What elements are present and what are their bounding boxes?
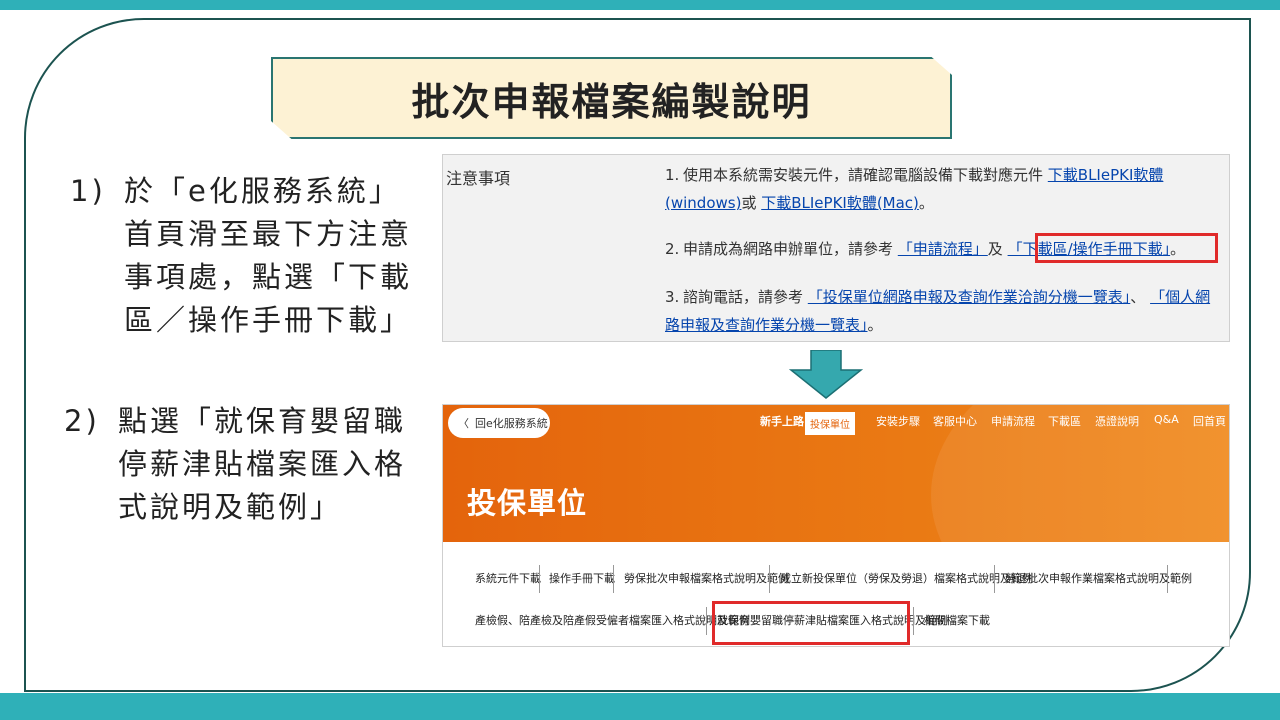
notice-item-3-text: 諮詢電話，請參考 (683, 288, 808, 306)
notice-item-3-num: 3. (665, 288, 680, 306)
nav-apply-process[interactable]: 申請流程 (991, 413, 1035, 429)
unit-extension-list-link[interactable]: 「投保單位網路申報及查詢作業洽詢分機一覽表」 (808, 288, 1131, 306)
link-separator (539, 565, 540, 593)
top-band (0, 0, 1280, 10)
link-separator (1167, 565, 1168, 593)
nav-home[interactable]: 回首頁 (1193, 413, 1226, 429)
step-1-text: 於「e化服務系統」 首頁滑至最下方注意 事項處，點選「下載 區／操作手冊下載」 (124, 174, 413, 337)
back-button-label: 回e化服務系統 (475, 417, 548, 430)
link-separator (613, 565, 614, 593)
step-1-number: 1) (70, 174, 106, 208)
down-arrow-icon (789, 350, 863, 399)
notice-item-1-num: 1. (665, 166, 680, 184)
step-1: 1) 於「e化服務系統」 首頁滑至最下方注意 事項處，點選「下載 區／操作手冊下… (70, 170, 430, 360)
step-2: 2) 點選「就保育嬰留職 停薪津貼檔案匯入格 式說明及範例」 (64, 400, 434, 550)
link-system-components[interactable]: 系統元件下載 (475, 565, 541, 593)
apply-process-link[interactable]: 「申請流程」 (898, 240, 988, 258)
link-pension-batch-format[interactable]: 勞退批次申報作業檔案格式說明及範例 (1005, 565, 1192, 593)
notice-item-3-post: 。 (867, 316, 883, 334)
step-2-number: 2) (64, 404, 100, 438)
link-separator (913, 607, 914, 635)
link-related-files[interactable]: 相關檔案下載 (924, 607, 990, 635)
download-mac-link[interactable]: 下載BLIePKI軟體(Mac) (761, 194, 919, 212)
link-separator (769, 565, 770, 593)
nav-certificate[interactable]: 憑證說明 (1095, 413, 1139, 429)
hero-title: 投保單位 (467, 486, 588, 520)
nav-badge-employer[interactable]: 投保單位 (805, 412, 855, 435)
notice-item-2-mid: 及 (987, 240, 1008, 258)
chevron-left-icon: 〈 (458, 417, 469, 430)
link-separator (706, 607, 707, 635)
link-separator (994, 565, 995, 593)
link-labor-batch-format[interactable]: 勞保批次申報檔案格式說明及範例 (624, 565, 789, 593)
slide-title: 批次申報檔案編製說明 (411, 79, 812, 124)
link-manual-download[interactable]: 操作手冊下載 (549, 565, 615, 593)
notice-item-1-post: 。 (918, 194, 934, 212)
nav-newbie[interactable]: 新手上路 (760, 413, 804, 429)
nav-customer-service[interactable]: 客服中心 (933, 413, 977, 429)
back-to-eservice-button[interactable]: 〈 回e化服務系統 (448, 408, 550, 438)
nav-install-steps[interactable]: 安裝步驟 (876, 413, 920, 429)
nav-downloads[interactable]: 下載區 (1048, 413, 1081, 429)
site-hero: 〈 回e化服務系統 新手上路 投保單位 安裝步驟 客服中心 申請流程 下載區 憑… (443, 405, 1229, 542)
notice-label: 注意事項 (446, 169, 511, 188)
step-2-text: 點選「就保育嬰留職 停薪津貼檔案匯入格 式說明及範例」 (118, 404, 407, 524)
highlight-parental-leave-link (712, 601, 910, 645)
notice-item-1: 1. 使用本系統需安裝元件，請確認電腦設備下載對應元件 下載BLIePKI軟體(w… (665, 161, 1225, 217)
link-new-unit-format[interactable]: 成立新投保單位（勞保及勞退）檔案格式說明及範例 (780, 565, 1033, 593)
link-prenatal-leave-format[interactable]: 產檢假、陪產檢及陪產假受僱者檔案匯入格式說明及範例 (475, 607, 750, 635)
slide-title-box: 批次申報檔案編製說明 (271, 57, 952, 139)
notice-item-3-mid: 、 (1130, 288, 1151, 306)
notice-item-2-text: 申請成為網路申辦單位，請參考 (683, 240, 898, 258)
notice-item-1-text: 使用本系統需安裝元件，請確認電腦設備下載對應元件 (683, 166, 1048, 184)
highlight-download-manual (1035, 233, 1218, 263)
bottom-band (0, 693, 1280, 720)
nav-qa[interactable]: Q&A (1154, 413, 1179, 426)
notice-item-2-num: 2. (665, 240, 680, 258)
notice-item-1-mid: 或 (741, 194, 762, 212)
notice-item-3: 3. 諮詢電話，請參考 「投保單位網路申報及查詢作業洽詢分機一覽表」、 「個人網路… (665, 283, 1225, 339)
